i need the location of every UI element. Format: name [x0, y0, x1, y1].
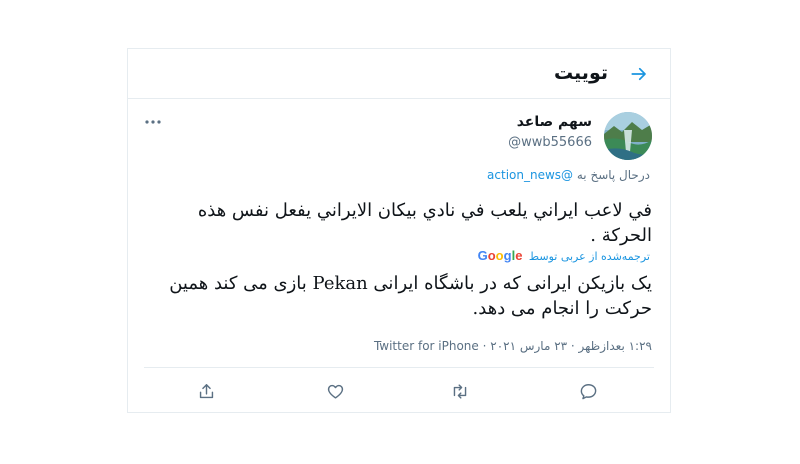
tweet-card: توییت سهم صاعد @wwb55666 درحال پاسخ به @… — [127, 48, 671, 413]
more-options-button[interactable] — [138, 115, 168, 129]
author-name[interactable]: سهم صاعد — [517, 114, 592, 130]
google-logo: Google — [477, 248, 523, 263]
author-handle[interactable]: @wwb55666 — [508, 135, 592, 150]
retweet-icon — [453, 383, 467, 399]
translation-label-text: ترجمه‌شده از عربی توسط — [528, 250, 650, 263]
share-button[interactable] — [194, 379, 218, 403]
landscape-avatar-image — [604, 112, 652, 160]
reply-icon — [580, 383, 596, 399]
divider — [144, 367, 654, 368]
reply-button[interactable] — [576, 379, 600, 403]
replying-to-label: درحال پاسخ به — [573, 168, 650, 182]
retweet-button[interactable] — [448, 379, 472, 403]
like-icon — [327, 384, 343, 399]
page-title: توییت — [553, 62, 608, 84]
tweet-actions — [128, 371, 670, 411]
translated-text: یک بازیکن ایرانی که در باشگاه ایرانی Pek… — [169, 273, 652, 319]
avatar[interactable] — [604, 112, 652, 160]
tweet-time[interactable]: ۱:۲۹ بعدازظهر — [579, 339, 652, 353]
meta-separator: · — [567, 339, 579, 353]
tweet-meta: ۱:۲۹ بعدازظهر · ۲۳ مارس ۲۰۲۱ · Twitter f… — [374, 339, 652, 353]
share-icon — [199, 383, 213, 398]
header: توییت — [128, 49, 670, 99]
arrow-icon — [631, 67, 646, 81]
meta-separator: · — [478, 339, 491, 353]
translation-label[interactable]: ترجمه‌شده از عربی توسط Google — [478, 248, 650, 263]
back-button[interactable] — [628, 63, 650, 85]
tweet-date[interactable]: ۲۳ مارس ۲۰۲۱ — [490, 339, 567, 353]
mention-link[interactable]: @action_news — [487, 168, 573, 182]
like-button[interactable] — [323, 379, 347, 403]
tweet-text: في لاعب ايراني يلعب في نادي بيكان الايرا… — [197, 200, 652, 246]
tweet-source[interactable]: Twitter for iPhone — [374, 339, 479, 353]
replying-to: درحال پاسخ به @action_news — [487, 168, 650, 182]
more-icon — [145, 120, 161, 124]
